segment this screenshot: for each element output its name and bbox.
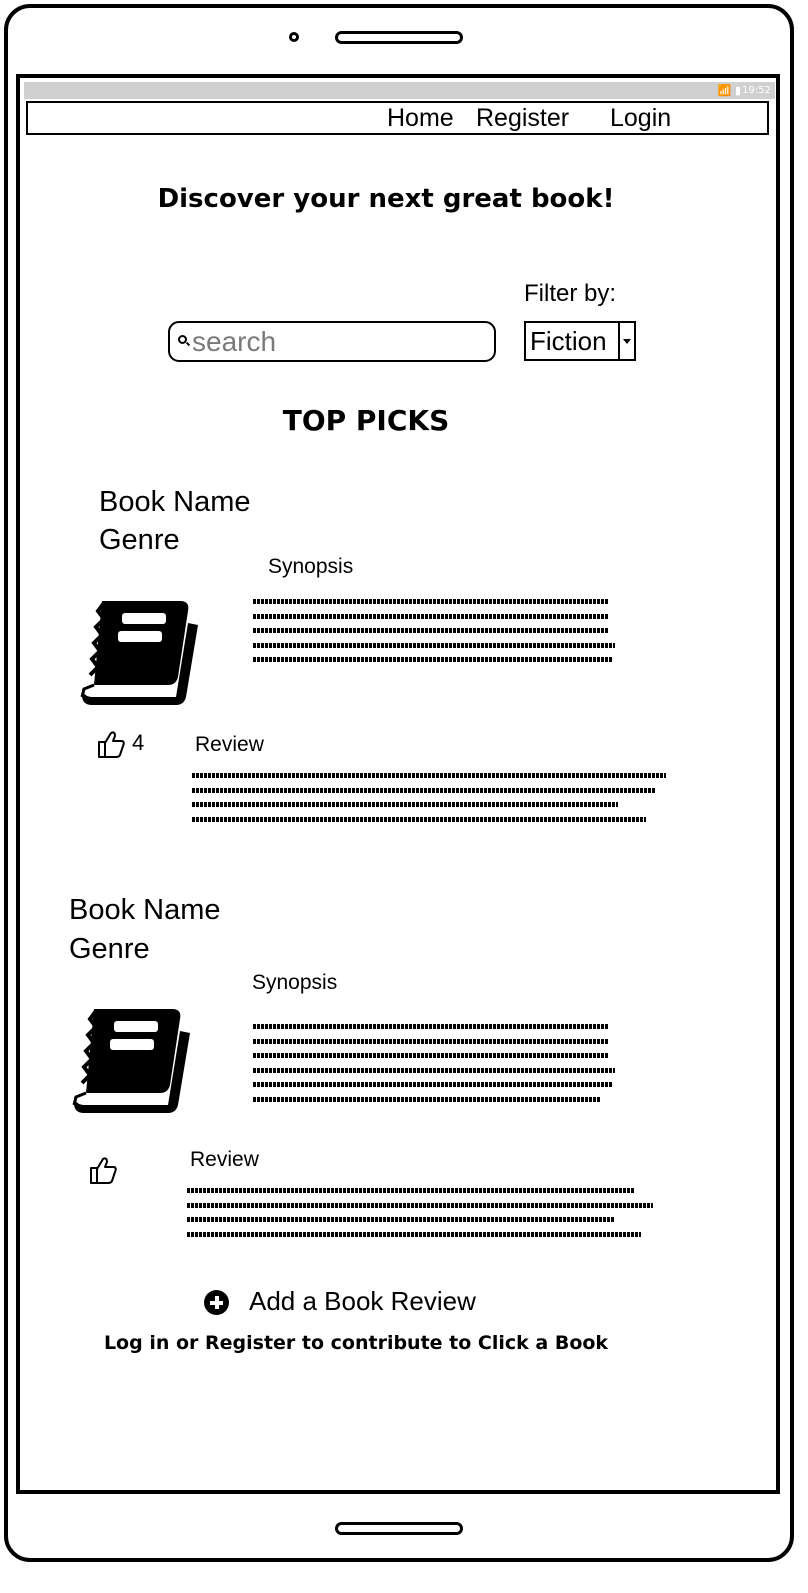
add-book-review-link[interactable]: Add a Book Review (249, 1286, 476, 1317)
synopsis-label: Synopsis (252, 971, 338, 994)
synopsis-text (253, 599, 615, 672)
filter-label: Filter by: (524, 280, 617, 307)
page-heading: Discover your next great book! (157, 184, 615, 214)
book-genre: Genre (99, 524, 180, 556)
status-time: 19:52 (742, 85, 771, 96)
book-name[interactable]: Book Name (99, 486, 251, 519)
synopsis-label: Synopsis (268, 555, 354, 578)
signal-icon: 📶 ▮ (717, 84, 741, 97)
review-text (187, 1188, 655, 1246)
thumbs-up-icon[interactable] (96, 729, 126, 759)
genre-filter-select[interactable]: Fiction (524, 321, 636, 361)
search-box (168, 321, 496, 362)
nav-login-link[interactable]: Login (610, 102, 671, 134)
review-label: Review (195, 733, 264, 756)
search-icon (178, 335, 187, 344)
home-button[interactable] (335, 1522, 463, 1535)
camera-icon (289, 32, 299, 42)
genre-filter-value: Fiction (530, 326, 607, 356)
review-label: Review (190, 1148, 259, 1171)
contribute-note: Log in or Register to contribute to Clic… (103, 1332, 609, 1354)
nav-home-link[interactable]: Home (387, 102, 454, 134)
book-name[interactable]: Book Name (69, 894, 221, 927)
nav-register-link[interactable]: Register (476, 102, 569, 134)
chevron-down-icon[interactable] (618, 323, 634, 359)
likes-count: 4 (132, 730, 145, 755)
plus-circle-icon[interactable] (204, 1290, 229, 1315)
search-input[interactable] (192, 325, 482, 359)
thumbs-up-icon[interactable] (88, 1155, 118, 1185)
speaker-grille (335, 31, 463, 44)
book-icon (72, 1009, 190, 1113)
top-picks-title: TOP PICKS (282, 404, 450, 437)
review-text (192, 773, 666, 831)
synopsis-text (253, 1024, 615, 1111)
status-bar: 📶 ▮ 19:52 (24, 82, 775, 99)
book-genre: Genre (69, 933, 150, 965)
book-icon (80, 601, 198, 705)
